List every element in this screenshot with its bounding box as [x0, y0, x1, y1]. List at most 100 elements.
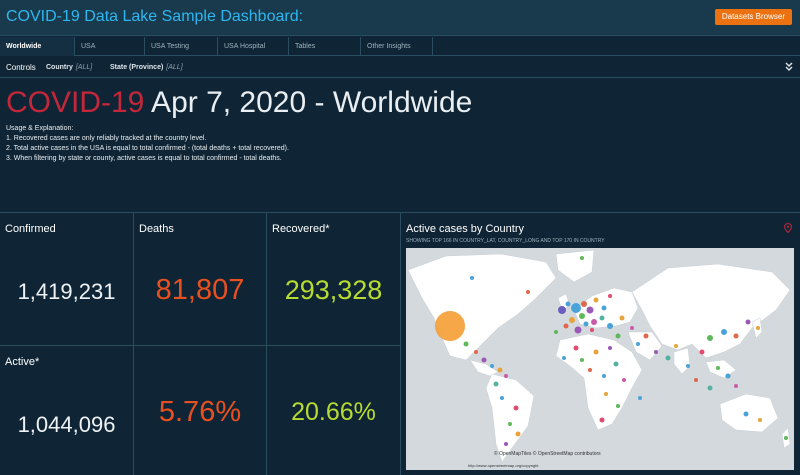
country-filter-value: [ALL]	[75, 64, 93, 71]
kpi-recovery-rate-card[interactable]: 20.66%	[267, 345, 401, 475]
map-marker	[743, 411, 749, 417]
country-filter[interactable]: Country [ALL]	[46, 57, 92, 78]
map-marker	[591, 319, 597, 325]
kpi-confirmed-card[interactable]: Confirmed 1,419,231	[0, 212, 134, 345]
kpi-recovered-title: Recovered*	[272, 223, 330, 235]
map-marker	[721, 329, 727, 335]
tab-usa-testing[interactable]: USA Testing	[145, 37, 218, 56]
headline-date-scope: Apr 7, 2020 - Worldwide	[144, 86, 473, 119]
map-marker	[558, 306, 566, 314]
map-marker	[563, 323, 569, 329]
map-marker	[725, 373, 731, 379]
map-marker	[586, 306, 594, 314]
map-marker	[613, 361, 619, 367]
map-marker	[562, 356, 566, 360]
map-marker	[615, 333, 621, 339]
kpi-recovered-card[interactable]: Recovered* 293,328	[267, 212, 401, 345]
map-marker	[569, 317, 575, 323]
map-marker	[607, 323, 613, 329]
map-marker	[580, 256, 584, 260]
tab-worldwide[interactable]: Worldwide	[0, 37, 75, 56]
map-marker	[504, 374, 508, 378]
tab-usa-hospital[interactable]: USA Hospital	[218, 37, 289, 56]
map-marker	[619, 315, 625, 321]
map-marker	[593, 349, 599, 355]
map-marker	[573, 345, 579, 351]
map-marker	[604, 392, 608, 396]
datasets-browser-button[interactable]: Datasets Browser	[714, 9, 792, 25]
sheet-tabs: Worldwide USA USA Testing USA Hospital T…	[0, 37, 800, 56]
kpi-deaths-card[interactable]: Deaths 81,807	[134, 212, 267, 345]
map-marker	[504, 442, 508, 446]
map-marker	[608, 294, 612, 298]
map-marker	[565, 301, 571, 307]
kpi-confirmed-value: 1,419,231	[17, 279, 116, 304]
kpi-active-card[interactable]: Active* 1,044,096	[0, 345, 134, 475]
map-marker	[654, 350, 658, 354]
kpi-death-rate-value: 5.76%	[158, 396, 242, 428]
state-filter[interactable]: State (Province) [ALL]	[110, 57, 183, 78]
tab-usa[interactable]: USA	[75, 37, 145, 56]
map-marker	[590, 328, 594, 332]
state-filter-value: [ALL]	[166, 64, 183, 71]
map-marker	[636, 342, 640, 346]
map-marker	[526, 290, 530, 294]
map-marker	[707, 385, 713, 391]
kpi-deaths-title: Deaths	[139, 223, 174, 235]
map-marker	[508, 422, 512, 426]
map-marker	[758, 418, 762, 422]
map-marker	[734, 384, 738, 388]
usage-explanation: Usage & Explanation: 1. Recovered cases …	[6, 124, 289, 164]
kpi-death-rate-card[interactable]: 5.76%	[134, 345, 267, 475]
map-marker	[638, 396, 642, 400]
kpi-recovered-value: 293,328	[284, 275, 383, 305]
map-marker	[643, 333, 649, 339]
page-headline: COVID-19 Apr 7, 2020 - Worldwide	[6, 86, 472, 120]
map-subtitle: SHOWING TOP 166 IN COUNTRY_LAT, COUNTRY_…	[406, 238, 605, 244]
map-marker	[616, 404, 620, 408]
app-header: COVID-19 Data Lake Sample Dashboard: Dat…	[0, 0, 800, 36]
map-marker	[707, 335, 713, 341]
map-marker	[583, 321, 589, 327]
world-map[interactable]: © OpenMapTiles © OpenStreetMap contribut…	[406, 248, 794, 470]
map-marker	[515, 431, 521, 437]
map-marker	[490, 364, 494, 368]
map-marker-usa	[435, 311, 465, 341]
chevron-double-down-icon[interactable]	[784, 61, 794, 73]
map-marker	[784, 436, 788, 440]
map-marker	[579, 313, 585, 319]
active-cases-map-card: Active cases by Country SHOWING TOP 166 …	[401, 212, 800, 475]
map-attribution-link[interactable]: http://www.openstreetmap.org/copyright	[468, 463, 538, 468]
map-marker	[665, 355, 671, 361]
country-filter-label: Country	[46, 64, 73, 71]
kpi-active-value: 1,044,096	[17, 412, 116, 437]
map-marker	[674, 344, 678, 348]
map-marker	[500, 396, 504, 400]
map-attribution: © OpenMapTiles © OpenStreetMap contribut…	[494, 451, 601, 457]
map-marker	[474, 350, 478, 354]
map-marker	[574, 326, 582, 334]
map-marker	[622, 378, 626, 382]
map-marker	[580, 358, 584, 362]
usage-line: 3. When filtering by state or county, ac…	[6, 155, 282, 162]
map-marker	[571, 303, 581, 313]
map-marker	[601, 305, 607, 311]
world-map-canvas[interactable]	[406, 248, 794, 470]
tab-tables[interactable]: Tables	[289, 37, 361, 56]
map-marker	[593, 297, 599, 303]
usage-line: 2. Total active cases in the USA is equa…	[6, 145, 289, 152]
map-marker	[602, 374, 606, 378]
map-marker	[733, 333, 739, 339]
map-marker	[745, 319, 751, 325]
map-marker	[513, 405, 519, 411]
kpi-confirmed-title: Confirmed	[5, 223, 56, 235]
usage-line: 1. Recovered cases are only reliably tra…	[6, 135, 207, 142]
map-marker	[608, 346, 612, 350]
tab-other-insights[interactable]: Other Insights	[361, 37, 433, 56]
map-marker	[599, 315, 605, 321]
headline-highlight: COVID-19	[6, 86, 145, 119]
map-pin-icon[interactable]	[784, 223, 792, 233]
map-marker	[630, 326, 634, 330]
map-marker	[694, 378, 698, 382]
map-marker	[699, 349, 705, 355]
